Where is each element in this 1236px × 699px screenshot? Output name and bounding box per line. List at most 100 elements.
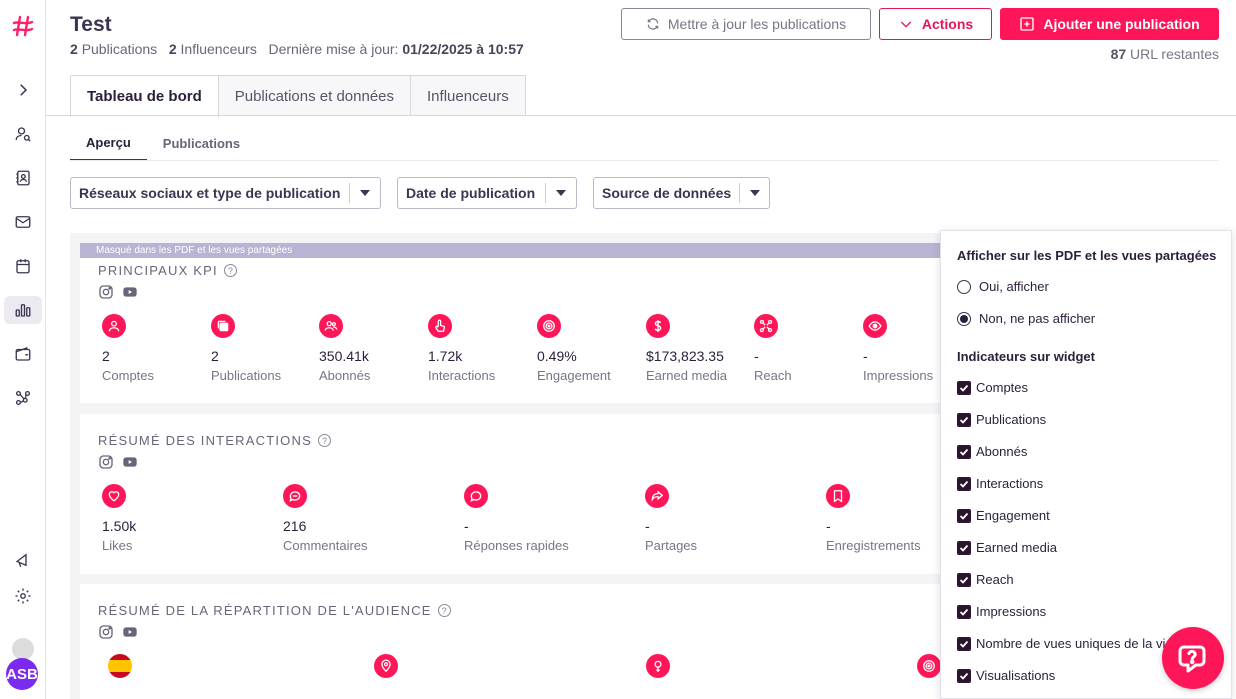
quick-reply-icon [464,484,488,508]
interaction-metric: 216 Commentaires [283,484,443,553]
spain-flag-icon [108,654,132,678]
checkbox-checked[interactable] [957,636,971,651]
tab-influencers[interactable]: Influenceurs [411,75,526,116]
chevron-right-icon[interactable] [4,76,42,104]
help-icon[interactable]: ? [223,264,237,277]
checkbox-checked[interactable] [957,380,971,395]
caret-down-icon [740,190,769,196]
checkbox-unique-views[interactable]: Nombre de vues uniques de la vi [957,636,1165,651]
checkbox-label: Impressions [976,604,1047,619]
checkbox-visualisations[interactable]: Visualisations [957,668,1055,683]
calendar-icon[interactable] [4,252,42,280]
female-icon [646,654,670,678]
publications-count: 2 [70,41,78,57]
sidebar: ASB [0,0,46,699]
checkbox-checked[interactable] [957,412,971,427]
filter-source-dropdown[interactable]: Source de données [593,177,770,209]
checkbox-label: Publications [976,412,1047,427]
checkbox-checked[interactable] [957,604,971,619]
mail-icon[interactable] [4,208,42,236]
users-icon [319,314,343,338]
social-networks [98,284,138,300]
page-title: Test [70,13,112,36]
actions-button[interactable]: Actions [879,8,992,40]
checkbox-impressions[interactable]: Impressions [957,604,1046,619]
checkbox-checked[interactable] [957,476,971,491]
kpi-label: Engagement [537,368,611,383]
update-publications-label: Mettre à jour les publications [667,16,847,32]
copy-icon [211,314,235,338]
interaction-label: Partages [645,538,698,553]
checkbox-label: Comptes [976,380,1029,395]
radio-button-selected[interactable] [957,311,971,326]
interaction-metric: - Partages [645,484,805,553]
interactions-title-text: RÉSUMÉ DES INTERACTIONS [98,433,312,448]
avatar[interactable]: ASB [6,658,38,690]
social-networks [98,624,138,640]
tab-publications-data[interactable]: Publications et données [218,75,412,116]
checkbox-checked[interactable] [957,540,971,555]
gear-icon[interactable] [4,582,42,610]
checkbox-publications[interactable]: Publications [957,412,1046,427]
add-publication-label: Ajouter une publication [1043,16,1200,32]
main-tabs: Tableau de bord Publications et données … [70,75,526,117]
checkbox-interactions[interactable]: Interactions [957,476,1043,491]
interaction-value: - [464,518,469,534]
remaining-urls: 87 URL restantes [1111,46,1219,62]
hand-pointer-icon [428,314,452,338]
user-placeholder-avatar [12,638,34,660]
wallet-icon[interactable] [4,340,42,368]
checkbox-comptes[interactable]: Comptes [957,380,1028,395]
help-icon[interactable]: ? [437,604,451,617]
checkbox-reach[interactable]: Reach [957,572,1014,587]
chevron-down-icon [900,21,911,28]
checkbox-checked[interactable] [957,508,971,523]
megaphone-icon[interactable] [4,546,42,574]
contacts-book-icon[interactable] [4,164,42,192]
interactions-card-title: RÉSUMÉ DES INTERACTIONS ? [98,433,331,448]
radio-button[interactable] [957,279,971,294]
kpi-card-title: PRINCIPAUX KPI ? [98,263,237,278]
help-icon[interactable]: ? [317,434,331,447]
kpi-label: Publications [211,368,282,383]
checkbox-engagement[interactable]: Engagement [957,508,1050,523]
checkbox-checked[interactable] [957,668,971,683]
kpi-value: 350.41k [319,348,369,364]
subtab-publications[interactable]: Publications [147,126,256,161]
kpi-metric: - Reach [754,314,859,383]
hashtag-logo-icon[interactable] [11,14,35,38]
remaining-urls-label: URL restantes [1130,46,1219,62]
network-icon[interactable] [4,384,42,412]
filter-networks-dropdown[interactable]: Réseaux sociaux et type de publication [70,177,381,209]
kpi-label: Comptes [102,368,155,383]
radio-show-no[interactable]: Non, ne pas afficher [957,311,1095,326]
filter-date-dropdown[interactable]: Date de publication [397,177,577,209]
filter-source-label: Source de données [602,185,732,201]
checkbox-earned-media[interactable]: Earned media [957,540,1057,555]
add-publication-button[interactable]: Ajouter une publication [1000,8,1219,40]
hidden-in-pdf-banner: Masqué dans les PDF et les vues partagée… [80,243,940,258]
youtube-icon [123,457,137,467]
page-subtitle: 2 Publications 2 Influenceurs Dernière m… [70,41,524,57]
checkbox-checked[interactable] [957,444,971,459]
kpi-metric: 2 Publications [211,314,316,383]
help-chat-icon[interactable] [1162,627,1224,689]
checkbox-checked[interactable] [957,572,971,587]
subtab-overview[interactable]: Aperçu [70,126,147,161]
kpi-value: $173,823.35 [646,348,724,364]
interaction-label: Commentaires [283,538,368,553]
heart-icon [102,484,126,508]
kpi-label: Interactions [428,368,496,383]
share-icon [645,484,669,508]
checkbox-label: Nombre de vues uniques de la vi [976,636,1166,651]
target-icon [537,314,561,338]
influencers-label: Influenceurs [180,41,257,57]
tab-dashboard[interactable]: Tableau de bord [70,75,219,117]
update-publications-button[interactable]: Mettre à jour les publications [621,8,871,40]
location-pin-icon [374,654,398,678]
radio-show-yes[interactable]: Oui, afficher [957,279,1049,294]
last-update-label: Dernière mise à jour: [268,41,399,57]
user-search-icon[interactable] [4,120,42,148]
checkbox-abonnes[interactable]: Abonnés [957,444,1027,459]
bar-chart-icon[interactable] [4,296,42,324]
